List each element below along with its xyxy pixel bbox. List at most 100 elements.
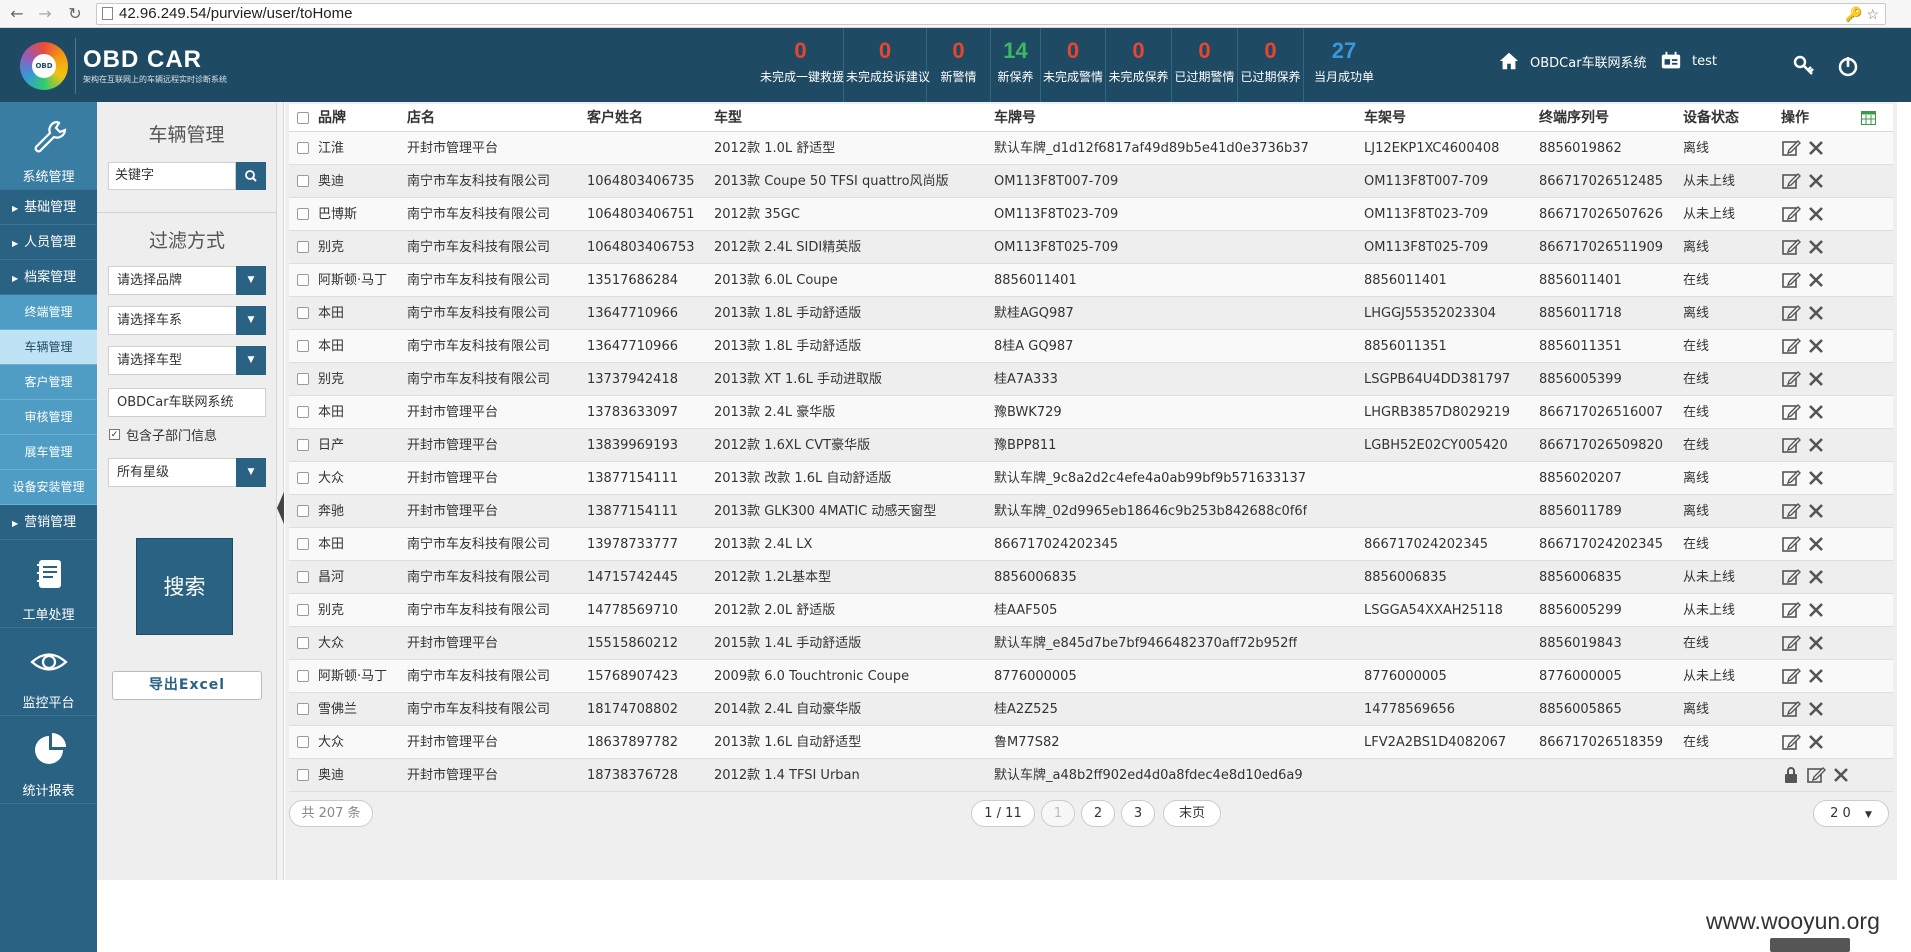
row-checkbox[interactable] (297, 637, 309, 649)
table-row[interactable]: 奔驰 开封市管理平台 13877154111 2013款 GLK300 4MATIC … (289, 495, 1893, 528)
lock-icon[interactable] (1781, 765, 1801, 785)
table-row[interactable]: 本田 南宁市车友科技有限公司 13978733777 2013款 2.4L LX 866… (289, 528, 1893, 561)
table-row[interactable]: 别克 南宁市车友科技有限公司 14778569710 2012款 2.0L 舒适版 桂A… (289, 594, 1893, 627)
edit-icon[interactable] (1781, 204, 1801, 224)
sidebar-item[interactable]: 车辆管理 (0, 330, 97, 365)
delete-icon[interactable] (1806, 171, 1826, 191)
stat-item[interactable]: 0 未完成一键救援 (758, 28, 844, 102)
row-checkbox[interactable] (297, 307, 309, 319)
row-checkbox[interactable] (297, 142, 309, 154)
stat-item[interactable]: 0 已过期警情 (1172, 28, 1238, 102)
key-icon[interactable] (1792, 54, 1816, 78)
panel-splitter[interactable] (277, 102, 284, 880)
star-level-select[interactable]: 所有星级 ▼ (108, 458, 266, 487)
user-menu[interactable]: test (1660, 50, 1717, 72)
delete-icon[interactable] (1806, 270, 1826, 290)
sidebar-item[interactable]: 客户管理 (0, 365, 97, 400)
address-bar[interactable]: 42.96.249.54/purview/user/toHome 🔑 ☆ (96, 3, 1886, 25)
system-link[interactable]: OBDCar车联网系统 (1498, 50, 1647, 72)
row-checkbox[interactable] (297, 736, 309, 748)
edit-icon[interactable] (1781, 303, 1801, 323)
sidebar-item[interactable]: ▶ 营销管理 (0, 505, 97, 540)
sidebar-item[interactable]: 审核管理 (0, 400, 97, 435)
delete-icon[interactable] (1806, 402, 1826, 422)
table-row[interactable]: 江淮 开封市管理平台 2012款 1.0L 舒适型 默认车牌_d1d12f6817af… (289, 132, 1893, 165)
stat-item[interactable]: 0 新警情 (927, 28, 991, 102)
row-checkbox[interactable] (297, 241, 309, 253)
forward-button[interactable]: → (34, 3, 56, 25)
delete-icon[interactable] (1806, 567, 1826, 587)
sidebar-item[interactable]: 展车管理 (0, 435, 97, 470)
sidebar-item[interactable]: 设备安装管理 (0, 470, 97, 505)
column-settings-icon[interactable] (1861, 111, 1876, 125)
edit-icon[interactable] (1806, 765, 1826, 785)
table-row[interactable]: 本田 南宁市车友科技有限公司 13647710966 2013款 1.8L 手动舒适版… (289, 297, 1893, 330)
edit-icon[interactable] (1781, 633, 1801, 653)
row-checkbox[interactable] (297, 472, 309, 484)
row-checkbox[interactable] (297, 538, 309, 550)
delete-icon[interactable] (1806, 303, 1826, 323)
row-checkbox[interactable] (297, 571, 309, 583)
back-button[interactable]: ← (6, 3, 28, 25)
delete-icon[interactable] (1806, 732, 1826, 752)
row-checkbox[interactable] (297, 175, 309, 187)
row-checkbox[interactable] (297, 439, 309, 451)
delete-icon[interactable] (1806, 336, 1826, 356)
page-size-select[interactable]: 2 0 ▼ (1813, 800, 1889, 827)
bookmark-star-icon[interactable]: 🔑 ☆ (1845, 4, 1879, 24)
table-row[interactable]: 昌河 南宁市车友科技有限公司 14715742445 2012款 1.2L基本型 885… (289, 561, 1893, 594)
series-select[interactable]: 请选择车系 ▼ (108, 306, 266, 335)
edit-icon[interactable] (1781, 270, 1801, 290)
sidebar-item[interactable]: ▶ 基础管理 (0, 190, 97, 225)
edit-icon[interactable] (1781, 369, 1801, 389)
edit-icon[interactable] (1781, 732, 1801, 752)
row-checkbox[interactable] (297, 670, 309, 682)
row-checkbox[interactable] (297, 274, 309, 286)
table-row[interactable]: 巴博斯 南宁市车友科技有限公司 1064803406751 2012款 35GC OM1… (289, 198, 1893, 231)
brand-select[interactable]: 请选择品牌 ▼ (108, 266, 266, 295)
row-checkbox[interactable] (297, 208, 309, 220)
sidebar-item[interactable]: 终端管理 (0, 295, 97, 330)
stat-item[interactable]: 0 未完成保养 (1106, 28, 1172, 102)
table-row[interactable]: 本田 开封市管理平台 13783633097 2013款 2.4L 豪华版 豫BWK72… (289, 396, 1893, 429)
delete-icon[interactable] (1806, 435, 1826, 455)
stat-item[interactable]: 14 新保养 (991, 28, 1041, 102)
stat-item[interactable]: 0 未完成投诉建议 (844, 28, 930, 102)
sidebar-item[interactable]: ▶ 档案管理 (0, 260, 97, 295)
export-excel-button[interactable]: 导出Excel (112, 671, 262, 700)
table-row[interactable]: 大众 开封市管理平台 13877154111 2013款 改款 1.6L 自动舒适版 默… (289, 462, 1893, 495)
include-sub-departments[interactable]: ✓ 包含子部门信息 (109, 425, 217, 444)
table-row[interactable]: 本田 南宁市车友科技有限公司 13647710966 2013款 1.8L 手动舒适版… (289, 330, 1893, 363)
table-row[interactable]: 大众 开封市管理平台 18637897782 2013款 1.6L 自动舒适型 鲁M77… (289, 726, 1893, 759)
reload-button[interactable]: ↻ (64, 3, 86, 25)
row-checkbox[interactable] (297, 703, 309, 715)
edit-icon[interactable] (1781, 336, 1801, 356)
page-button[interactable]: 2 (1081, 800, 1115, 827)
delete-icon[interactable] (1806, 666, 1826, 686)
table-row[interactable]: 别克 南宁市车友科技有限公司 13737942418 2013款 XT 1.6L 手动… (289, 363, 1893, 396)
search-submit-button[interactable]: 搜索 (136, 538, 233, 635)
edit-icon[interactable] (1781, 534, 1801, 554)
stat-item[interactable]: 0 已过期保养 (1238, 28, 1304, 102)
delete-icon[interactable] (1806, 369, 1826, 389)
table-row[interactable]: 别克 南宁市车友科技有限公司 1064803406753 2012款 2.4L SID… (289, 231, 1893, 264)
table-row[interactable]: 阿斯顿·马丁 南宁市车友科技有限公司 15768907423 2009款 6.0 To… (289, 660, 1893, 693)
search-button[interactable] (236, 162, 266, 190)
delete-icon[interactable] (1806, 633, 1826, 653)
table-row[interactable]: 日产 开封市管理平台 13839969193 2012款 1.6XL CVT豪华版 豫B… (289, 429, 1893, 462)
organization-input[interactable]: OBDCar车联网系统 (108, 388, 266, 417)
row-checkbox[interactable] (297, 769, 309, 781)
edit-icon[interactable] (1781, 699, 1801, 719)
row-checkbox[interactable] (297, 406, 309, 418)
nav-work-orders[interactable]: 工单处理 (0, 540, 97, 628)
model-select[interactable]: 请选择车型 ▼ (108, 346, 266, 375)
last-page-button[interactable]: 末页 (1163, 800, 1221, 827)
delete-icon[interactable] (1806, 501, 1826, 521)
collapse-arrow-icon[interactable] (277, 492, 284, 524)
page-button[interactable]: 3 (1121, 800, 1155, 827)
edit-icon[interactable] (1781, 237, 1801, 257)
table-row[interactable]: 大众 开封市管理平台 15515860212 2015款 1.4L 手动舒适版 默认车牌… (289, 627, 1893, 660)
delete-icon[interactable] (1806, 138, 1826, 158)
page-button[interactable]: 1 (1041, 800, 1075, 827)
row-checkbox[interactable] (297, 604, 309, 616)
